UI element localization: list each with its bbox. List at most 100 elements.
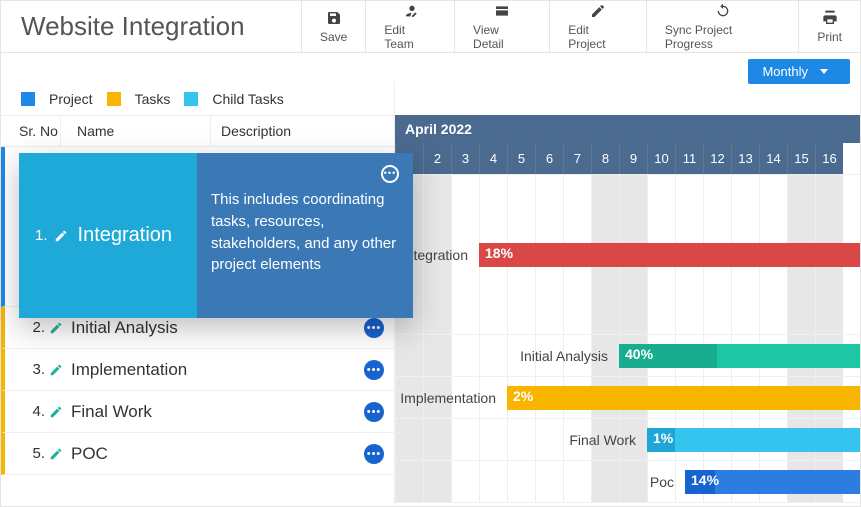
pencil-icon (49, 405, 63, 419)
gantt-bar[interactable]: 14% (685, 470, 860, 494)
tooltip-desc-bar: ••• This includes coordinating tasks, re… (197, 153, 413, 318)
save-button[interactable]: Save (301, 1, 365, 52)
edit-project-button[interactable]: Edit Project (549, 1, 646, 52)
day-header-cell: 11 (675, 143, 703, 174)
print-label: Print (817, 30, 842, 44)
row-num: 4. (5, 403, 45, 420)
view-detail-button[interactable]: View Detail (454, 1, 549, 52)
card-icon (494, 3, 510, 19)
view-mode-select[interactable]: Monthly (748, 59, 850, 84)
gantt-row: Poc 14% (395, 461, 860, 503)
pencil-icon (590, 3, 606, 19)
col-sr: Sr. No (1, 116, 61, 146)
gantt-row: Integration18% (395, 175, 860, 335)
column-headers: Sr. No Name Description (1, 115, 394, 147)
team-icon (402, 3, 418, 19)
gantt-grid: Integration18% Initial Analysis 40% Impleme… (395, 175, 860, 503)
edit-project-label: Edit Project (568, 23, 628, 51)
row-name: Final Work (71, 402, 364, 422)
row-name: POC (71, 444, 364, 464)
legend-label-tasks: Tasks (135, 91, 171, 107)
gantt-bar[interactable]: 1% (647, 428, 860, 452)
bar-pct: 2% (513, 388, 533, 404)
tooltip-num: 1. (35, 227, 48, 244)
row-num: 5. (5, 445, 45, 462)
legend-swatch-tasks (107, 92, 121, 106)
sync-icon (715, 3, 731, 19)
bar-label: Initial Analysis (520, 348, 608, 364)
sync-label: Sync Project Progress (665, 23, 780, 51)
legend-label-project: Project (49, 91, 93, 107)
sync-button[interactable]: Sync Project Progress (646, 1, 798, 52)
edit-team-label: Edit Team (384, 23, 436, 51)
bar-pct: 18% (485, 245, 513, 261)
month-header: April 2022 (395, 115, 860, 143)
day-header-cell: 3 (451, 143, 479, 174)
day-header-cell: 5 (507, 143, 535, 174)
day-header-cell: 15 (787, 143, 815, 174)
save-icon (326, 10, 342, 26)
more-button[interactable]: ••• (364, 360, 384, 380)
pencil-icon (49, 363, 63, 377)
header: Website Integration Save Edit Team View … (1, 1, 860, 53)
app-root: Website Integration Save Edit Team View … (0, 0, 861, 507)
gantt-row: Final Work 1% (395, 419, 860, 461)
more-button[interactable]: ••• (364, 318, 384, 338)
more-button[interactable]: ••• (364, 444, 384, 464)
day-header-cell: 13 (731, 143, 759, 174)
pencil-icon (49, 321, 63, 335)
list-item[interactable]: 5. POC••• (1, 433, 394, 475)
legend-label-child: Child Tasks (212, 91, 283, 107)
print-button[interactable]: Print (798, 1, 860, 52)
bar-pct: 14% (691, 472, 719, 488)
day-header-cell: 16 (815, 143, 843, 174)
row-num: 3. (5, 361, 45, 378)
row-num: 2. (5, 319, 45, 336)
gantt-bar[interactable]: 2% (507, 386, 860, 410)
day-header-cell: 12 (703, 143, 731, 174)
legend-swatch-project (21, 92, 35, 106)
tooltip-title-bar: 1. Integration (19, 153, 197, 318)
tooltip-desc: This includes coordinating tasks, resour… (211, 189, 397, 276)
bar-pct: 1% (653, 430, 673, 446)
tooltip-name: Integration (78, 224, 173, 247)
gantt-bar[interactable]: 40% (619, 344, 860, 368)
day-header-cell: 2 (423, 143, 451, 174)
gantt-row: Initial Analysis 40% (395, 335, 860, 377)
print-icon (822, 10, 838, 26)
bar-pct: 40% (625, 346, 653, 362)
col-desc: Description (211, 116, 394, 146)
legend-swatch-child (184, 92, 198, 106)
day-header: 12345678910111213141516 (395, 143, 860, 175)
bar-label: Poc (650, 474, 674, 490)
day-header-cell: 10 (647, 143, 675, 174)
toolbar: Save Edit Team View Detail Edit Project … (301, 1, 860, 52)
col-name: Name (61, 116, 211, 146)
list-item[interactable]: 4. Final Work••• (1, 391, 394, 433)
view-mode-label: Monthly (762, 64, 808, 79)
more-icon[interactable]: ••• (381, 165, 399, 183)
page-title: Website Integration (1, 1, 301, 52)
day-header-cell: 9 (619, 143, 647, 174)
gantt-bar[interactable]: 18% (479, 243, 860, 267)
view-detail-label: View Detail (473, 23, 531, 51)
day-header-cell: 8 (591, 143, 619, 174)
save-label: Save (320, 30, 347, 44)
gantt-row: Implementation 2% (395, 377, 860, 419)
more-button[interactable]: ••• (364, 402, 384, 422)
gantt-pane: April 2022 12345678910111213141516 Integ… (395, 115, 860, 506)
bar-label: Final Work (569, 432, 636, 448)
chevron-down-icon (820, 69, 828, 74)
row-name: Implementation (71, 360, 364, 380)
day-header-cell: 7 (563, 143, 591, 174)
day-header-cell: 14 (759, 143, 787, 174)
pencil-icon (49, 447, 63, 461)
day-header-cell: 4 (479, 143, 507, 174)
bar-label: Implementation (400, 390, 496, 406)
edit-team-button[interactable]: Edit Team (365, 1, 454, 52)
pencil-icon (54, 229, 68, 243)
task-tooltip: 1. Integration ••• This includes coordin… (19, 153, 413, 318)
list-item[interactable]: 3. Implementation••• (1, 349, 394, 391)
day-header-cell: 6 (535, 143, 563, 174)
row-name: Initial Analysis (71, 318, 364, 338)
